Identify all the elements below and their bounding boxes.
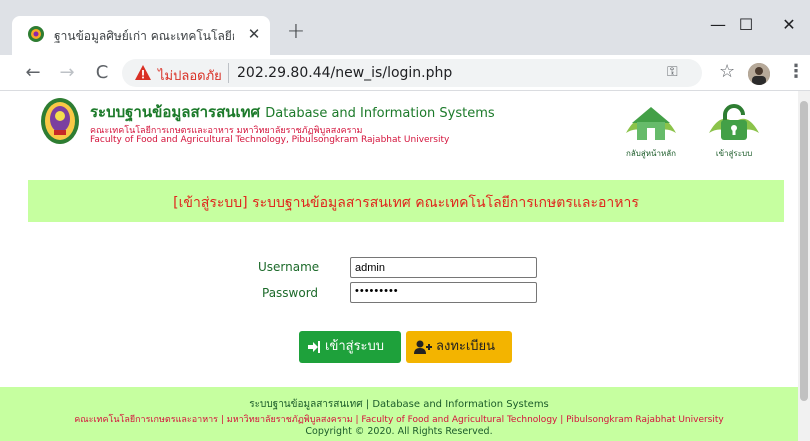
register-button-label: ลงทะเบียน xyxy=(436,339,496,354)
profile-avatar-icon xyxy=(748,63,770,85)
page-scrollbar[interactable] xyxy=(798,91,810,441)
footer-copyright: Copyright © 2020. All Rights Reserved. xyxy=(305,426,493,437)
login-link[interactable]: เข้าสู่ระบบ xyxy=(701,103,767,161)
home-icon xyxy=(626,107,676,140)
banner-title: [เข้าสู่ระบบ] ระบบฐานข้อมูลสารสนเทศ คณะเ… xyxy=(173,195,639,211)
forward-button[interactable]: → xyxy=(56,62,78,84)
footer-system-name: ระบบฐานข้อมูลสารสนเทศ | Database and Inf… xyxy=(249,399,549,410)
user-plus-icon xyxy=(414,340,432,354)
browser-tab[interactable]: ฐานข้อมูลศิษย์เก่า คณะเทคโนโลยีการเ ✕ xyxy=(12,16,270,55)
reload-button[interactable]: C xyxy=(91,62,113,84)
new-tab-button[interactable]: + xyxy=(284,20,308,44)
site-title-th: ระบบฐานข้อมูลสารสนเทศ xyxy=(90,103,261,121)
footer-faculty: คณะเทคโนโลยีการเกษตรและอาหาร | มหาวิทยาล… xyxy=(74,415,724,425)
address-bar[interactable]: ไม่ปลอดภัย 202.29.80.44/new_is/login.php xyxy=(122,59,702,87)
password-label: Password xyxy=(262,286,319,300)
site-title: ระบบฐานข้อมูลสารสนเทศ Database and Infor… xyxy=(90,100,495,124)
browser-tab-bar: ฐานข้อมูลศิษย์เก่า คณะเทคโนโลยีการเ ✕ + … xyxy=(0,0,810,55)
browser-toolbar: ← → C ไม่ปลอดภัย 202.29.80.44/new_is/log… xyxy=(0,55,810,91)
browser-menu-icon[interactable]: ⋮ xyxy=(787,61,805,82)
window-minimize-button[interactable]: — xyxy=(703,12,733,38)
university-logo-icon xyxy=(41,98,79,144)
login-button-label: เข้าสู่ระบบ xyxy=(325,339,385,354)
key-icon[interactable]: ⚿ xyxy=(667,64,678,80)
page-content: ระบบฐานข้อมูลสารสนเทศ Database and Infor… xyxy=(0,91,810,441)
tab-title: ฐานข้อมูลศิษย์เก่า คณะเทคโนโลยีการเ xyxy=(54,29,234,43)
username-label: Username xyxy=(258,260,320,274)
home-link-label: กลับสู่หน้าหลัก xyxy=(626,149,676,158)
username-input[interactable] xyxy=(350,257,537,278)
warning-icon xyxy=(135,65,151,80)
sign-in-icon xyxy=(308,340,320,353)
favicon-icon xyxy=(28,26,44,42)
scrollbar-thumb[interactable] xyxy=(800,101,808,401)
site-title-en: Database and Information Systems xyxy=(265,106,495,121)
password-input[interactable]: ••••••••• xyxy=(350,282,537,303)
not-secure-label[interactable]: ไม่ปลอดภัย xyxy=(158,65,222,86)
faculty-name-en: Faculty of Food and Agricultural Technol… xyxy=(90,135,450,145)
login-link-label: เข้าสู่ระบบ xyxy=(715,149,753,158)
unlock-icon xyxy=(709,104,759,140)
home-link[interactable]: กลับสู่หน้าหลัก xyxy=(618,103,684,161)
bookmark-star-icon[interactable]: ☆ xyxy=(719,61,735,82)
page-banner: [เข้าสู่ระบบ] ระบบฐานข้อมูลสารสนเทศ คณะเ… xyxy=(28,180,784,222)
url-text[interactable]: 202.29.80.44/new_is/login.php xyxy=(237,65,452,81)
register-button[interactable]: ลงทะเบียน xyxy=(406,331,512,363)
window-close-button[interactable]: ✕ xyxy=(774,12,804,38)
back-button[interactable]: ← xyxy=(22,62,44,84)
login-button[interactable]: เข้าสู่ระบบ xyxy=(299,331,401,363)
url-separator xyxy=(228,63,229,83)
tab-close-icon[interactable]: ✕ xyxy=(244,24,264,44)
page-footer: ระบบฐานข้อมูลสารสนเทศ | Database and Inf… xyxy=(0,387,798,441)
profile-avatar[interactable] xyxy=(748,63,770,85)
window-maximize-button[interactable]: ☐ xyxy=(731,12,761,38)
